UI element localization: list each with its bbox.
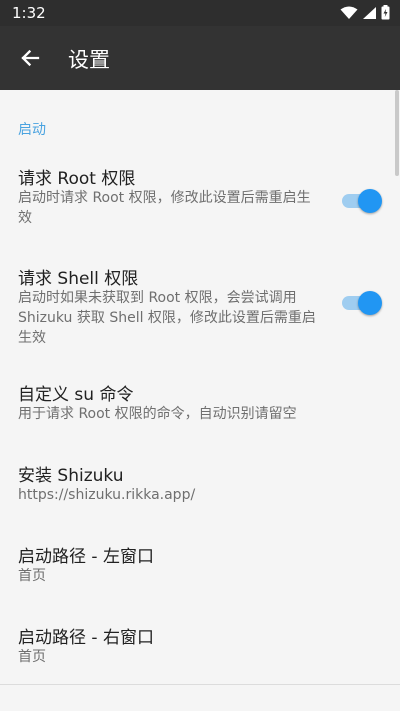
pref-title: 安装 Shizuku — [18, 466, 124, 486]
page-title: 设置 — [68, 48, 110, 72]
back-button[interactable] — [14, 42, 46, 74]
pref-title: 请求 Root 权限 — [18, 169, 136, 189]
settings-list[interactable]: 启动 请求 Root 权限 启动时请求 Root 权限，修改此设置后需重启生效 … — [0, 90, 400, 711]
app-bar: 设置 — [0, 26, 400, 90]
wifi-icon — [340, 6, 358, 19]
category-title: 启动 — [18, 122, 46, 138]
pref-summary: https://shizuku.rikka.app/ — [18, 487, 196, 503]
root-permission-switch[interactable] — [342, 189, 382, 213]
pref-title: 启动路径 - 左窗口 — [18, 547, 154, 567]
pref-start-path-left[interactable]: 启动路径 - 左窗口 首页 — [0, 542, 400, 586]
pref-title: 请求 Shell 权限 — [18, 269, 139, 289]
pref-title: 启动路径 - 右窗口 — [18, 628, 154, 648]
status-icons — [340, 5, 390, 20]
pref-custom-su[interactable]: 自定义 su 命令 用于请求 Root 权限的命令，自动识别请留空 — [0, 380, 400, 424]
scrollbar[interactable] — [395, 90, 399, 176]
switch-thumb — [358, 189, 382, 213]
pref-title: 自定义 su 命令 — [18, 385, 134, 405]
pref-start-path-right[interactable]: 启动路径 - 右窗口 首页 — [0, 623, 400, 667]
status-bar: 1:32 — [0, 0, 400, 26]
pref-summary: 启动时请求 Root 权限，修改此设置后需重启生效 — [18, 190, 311, 226]
battery-icon — [381, 5, 390, 20]
pref-summary: 启动时如果未获取到 Root 权限，会尝试调用 Shizuku 获取 Shell… — [18, 290, 316, 346]
pref-summary: 首页 — [18, 568, 46, 584]
status-time: 1:32 — [12, 4, 46, 22]
pref-request-shell[interactable]: 请求 Shell 权限 启动时如果未获取到 Root 权限，会尝试调用 Shiz… — [0, 264, 400, 348]
pref-summary: 用于请求 Root 权限的命令，自动识别请留空 — [18, 406, 297, 422]
pref-install-shizuku[interactable]: 安装 Shizuku https://shizuku.rikka.app/ — [0, 461, 400, 505]
arrow-left-icon — [21, 49, 40, 67]
bottom-divider — [0, 684, 400, 685]
pref-summary: 首页 — [18, 649, 46, 665]
switch-thumb — [358, 291, 382, 315]
signal-icon — [363, 6, 376, 19]
shell-permission-switch[interactable] — [342, 291, 382, 315]
pref-request-root[interactable]: 请求 Root 权限 启动时请求 Root 权限，修改此设置后需重启生效 — [0, 164, 400, 228]
